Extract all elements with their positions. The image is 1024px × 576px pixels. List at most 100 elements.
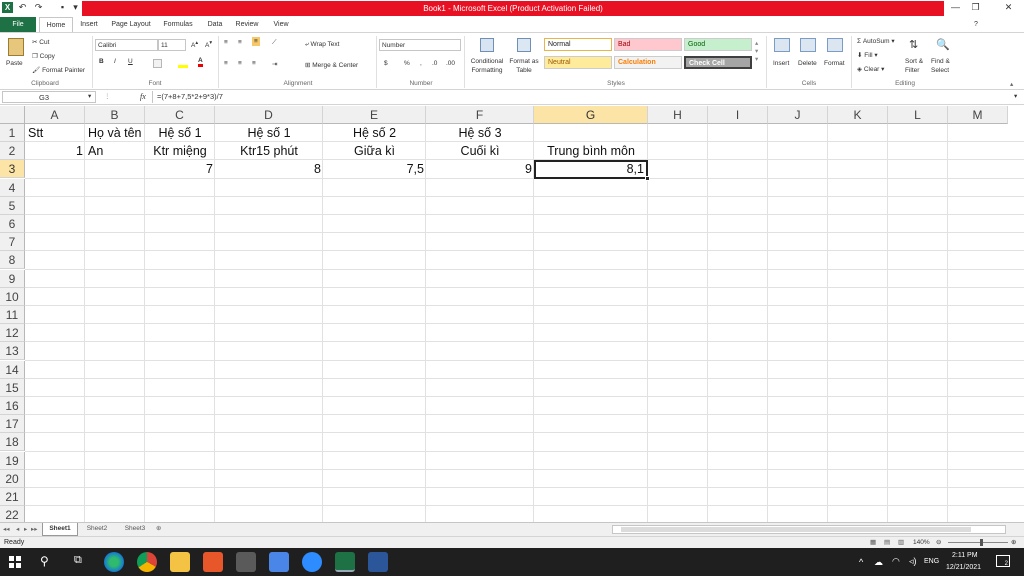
new-sheet-icon[interactable]: ⊕ [156,524,161,532]
column-header-a[interactable]: A [25,106,85,124]
row-header-12[interactable]: 12 [0,324,25,343]
indent-icon[interactable]: ⇥ [272,60,277,68]
styles-scroll-icon[interactable]: ▴ ▾ ▾ [755,39,758,63]
column-header-g[interactable]: G [534,106,648,124]
worksheet-grid[interactable]: ABCDEFGHIJKLM 1 2 3 4 5 6 7 8 9 10 11 12 13 14 15 16 17 1… [0,106,1024,522]
sheet-nav-first-icon[interactable]: ◂◂ [3,525,10,533]
input-language[interactable]: ENG [924,558,939,565]
find-select-icon[interactable]: 🔍 [936,38,950,51]
row-header-4[interactable]: 4 [0,178,25,197]
insert-button[interactable]: Insert [773,60,789,67]
fill-button[interactable]: ⬇ Fill ▾ [857,51,878,59]
fill-handle[interactable] [645,176,650,181]
conditional-formatting-button[interactable]: Conditional Formatting [467,57,507,75]
help-icon[interactable]: ? [970,17,982,32]
row-header-9[interactable]: 9 [0,269,25,288]
percent-button[interactable]: % [404,60,410,67]
style-normal[interactable]: Normal [544,38,612,51]
find-select-button[interactable]: Find & Select [931,57,950,75]
style-check-cell[interactable]: Check Cell [684,56,752,69]
horizontal-scrollbar[interactable] [612,525,1006,534]
horizontal-scroll-thumb[interactable] [621,527,971,532]
tray-chevron-icon[interactable]: ^ [859,557,863,567]
format-painter-button[interactable]: 🖌 Format Painter [32,66,85,74]
name-box[interactable]: G3 [2,91,96,103]
column-header-d[interactable]: D [215,106,323,124]
cell-A2[interactable]: 1 [25,142,83,160]
align-center-icon[interactable]: ≡ [238,60,242,67]
borders-icon[interactable] [153,59,162,68]
number-format-select[interactable]: Number [379,39,461,51]
clear-button[interactable]: ◈ Clear ▾ [857,65,884,73]
undo-icon[interactable]: ↶ [17,2,28,13]
merge-center-button[interactable]: ⊞ Merge & Center [305,61,358,69]
column-header-h[interactable]: H [648,106,708,124]
cell-G3[interactable]: 8,1 [534,160,648,180]
google-docs-icon[interactable] [269,552,289,572]
cell-D1[interactable]: Hệ số 1 [215,124,323,142]
zoom-slider[interactable] [948,542,1008,543]
insert-cells-icon[interactable] [774,38,790,52]
tab-formulas[interactable]: Formulas [160,17,196,32]
cell-C3[interactable]: 7 [145,160,213,178]
minimize-icon[interactable]: — [950,2,961,13]
volume-icon[interactable]: ◃) [909,556,917,567]
row-header-20[interactable]: 20 [0,469,25,488]
align-right-icon[interactable]: ≡ [252,60,256,67]
format-button[interactable]: Format [824,60,845,67]
cell-F1[interactable]: Hệ số 3 [426,124,534,142]
expand-formula-icon[interactable]: ▾ [1014,92,1017,100]
bold-button[interactable]: B [99,58,104,65]
align-top-icon[interactable]: ≡ [224,39,228,46]
sheet-nav-next-icon[interactable]: ▸ [24,525,27,533]
format-as-table-button[interactable]: Format as Table [506,57,542,75]
notification-icon[interactable]: 2 [996,555,1010,567]
align-left-icon[interactable]: ≡ [224,60,228,67]
cell-D3[interactable]: 8 [215,160,321,178]
cell-G2[interactable]: Trung bình môn [534,142,648,160]
row-header-6[interactable]: 6 [0,215,25,233]
grow-font-icon[interactable]: A▴ [191,40,198,49]
word-taskbar-icon[interactable] [368,552,388,572]
sheet-tab-2[interactable]: Sheet2 [80,523,114,536]
shrink-font-icon[interactable]: A▾ [205,40,212,49]
row-header-18[interactable]: 18 [0,433,25,452]
clock-time[interactable]: 2:11 PM [952,552,978,559]
row-header-19[interactable]: 19 [0,451,25,470]
sheet-tab-1[interactable]: Sheet1 [42,523,78,536]
row-header-7[interactable]: 7 [0,233,25,252]
row-header-5[interactable]: 5 [0,196,25,215]
app-icon-orange[interactable] [203,552,223,572]
row-header-13[interactable]: 13 [0,342,25,361]
style-calculation[interactable]: Calculation [614,56,682,69]
delete-cells-icon[interactable] [800,38,816,52]
row-header-14[interactable]: 14 [0,360,25,379]
cell-B1[interactable]: Họ và tên [88,124,142,142]
cell-F3[interactable]: 9 [426,160,532,178]
tab-file[interactable]: File [0,17,36,32]
chrome-icon[interactable] [137,552,157,572]
file-explorer-icon[interactable] [170,552,190,572]
column-header-b[interactable]: B [85,106,145,124]
tab-review[interactable]: Review [232,17,262,32]
tab-page-layout[interactable]: Page Layout [108,17,154,32]
underline-button[interactable]: U [128,58,133,65]
italic-button[interactable]: I [114,58,116,65]
formula-input[interactable]: =(7+8+7,5*2+9*3)/7 [152,91,1014,103]
tray-cloud-icon[interactable]: ☁ [874,557,883,568]
restore-icon[interactable]: ❐ [970,2,981,13]
conditional-formatting-icon[interactable] [480,38,494,52]
row-header-22[interactable]: 22 [0,506,25,522]
align-middle-icon[interactable]: ≡ [238,39,242,46]
currency-button[interactable]: $ [384,60,388,67]
autosum-button[interactable]: Σ AutoSum ▾ [857,37,895,45]
row-header-10[interactable]: 10 [0,287,25,306]
customize-qat-icon[interactable]: ▾ [70,2,81,13]
column-header-f[interactable]: F [426,106,534,124]
style-good[interactable]: Good [684,38,752,51]
search-icon[interactable]: ⚲ [40,554,49,568]
font-name-select[interactable]: Calibri [95,39,158,51]
zoom-app-icon[interactable] [302,552,322,572]
column-header-i[interactable]: I [708,106,768,124]
column-header-j[interactable]: J [768,106,828,124]
